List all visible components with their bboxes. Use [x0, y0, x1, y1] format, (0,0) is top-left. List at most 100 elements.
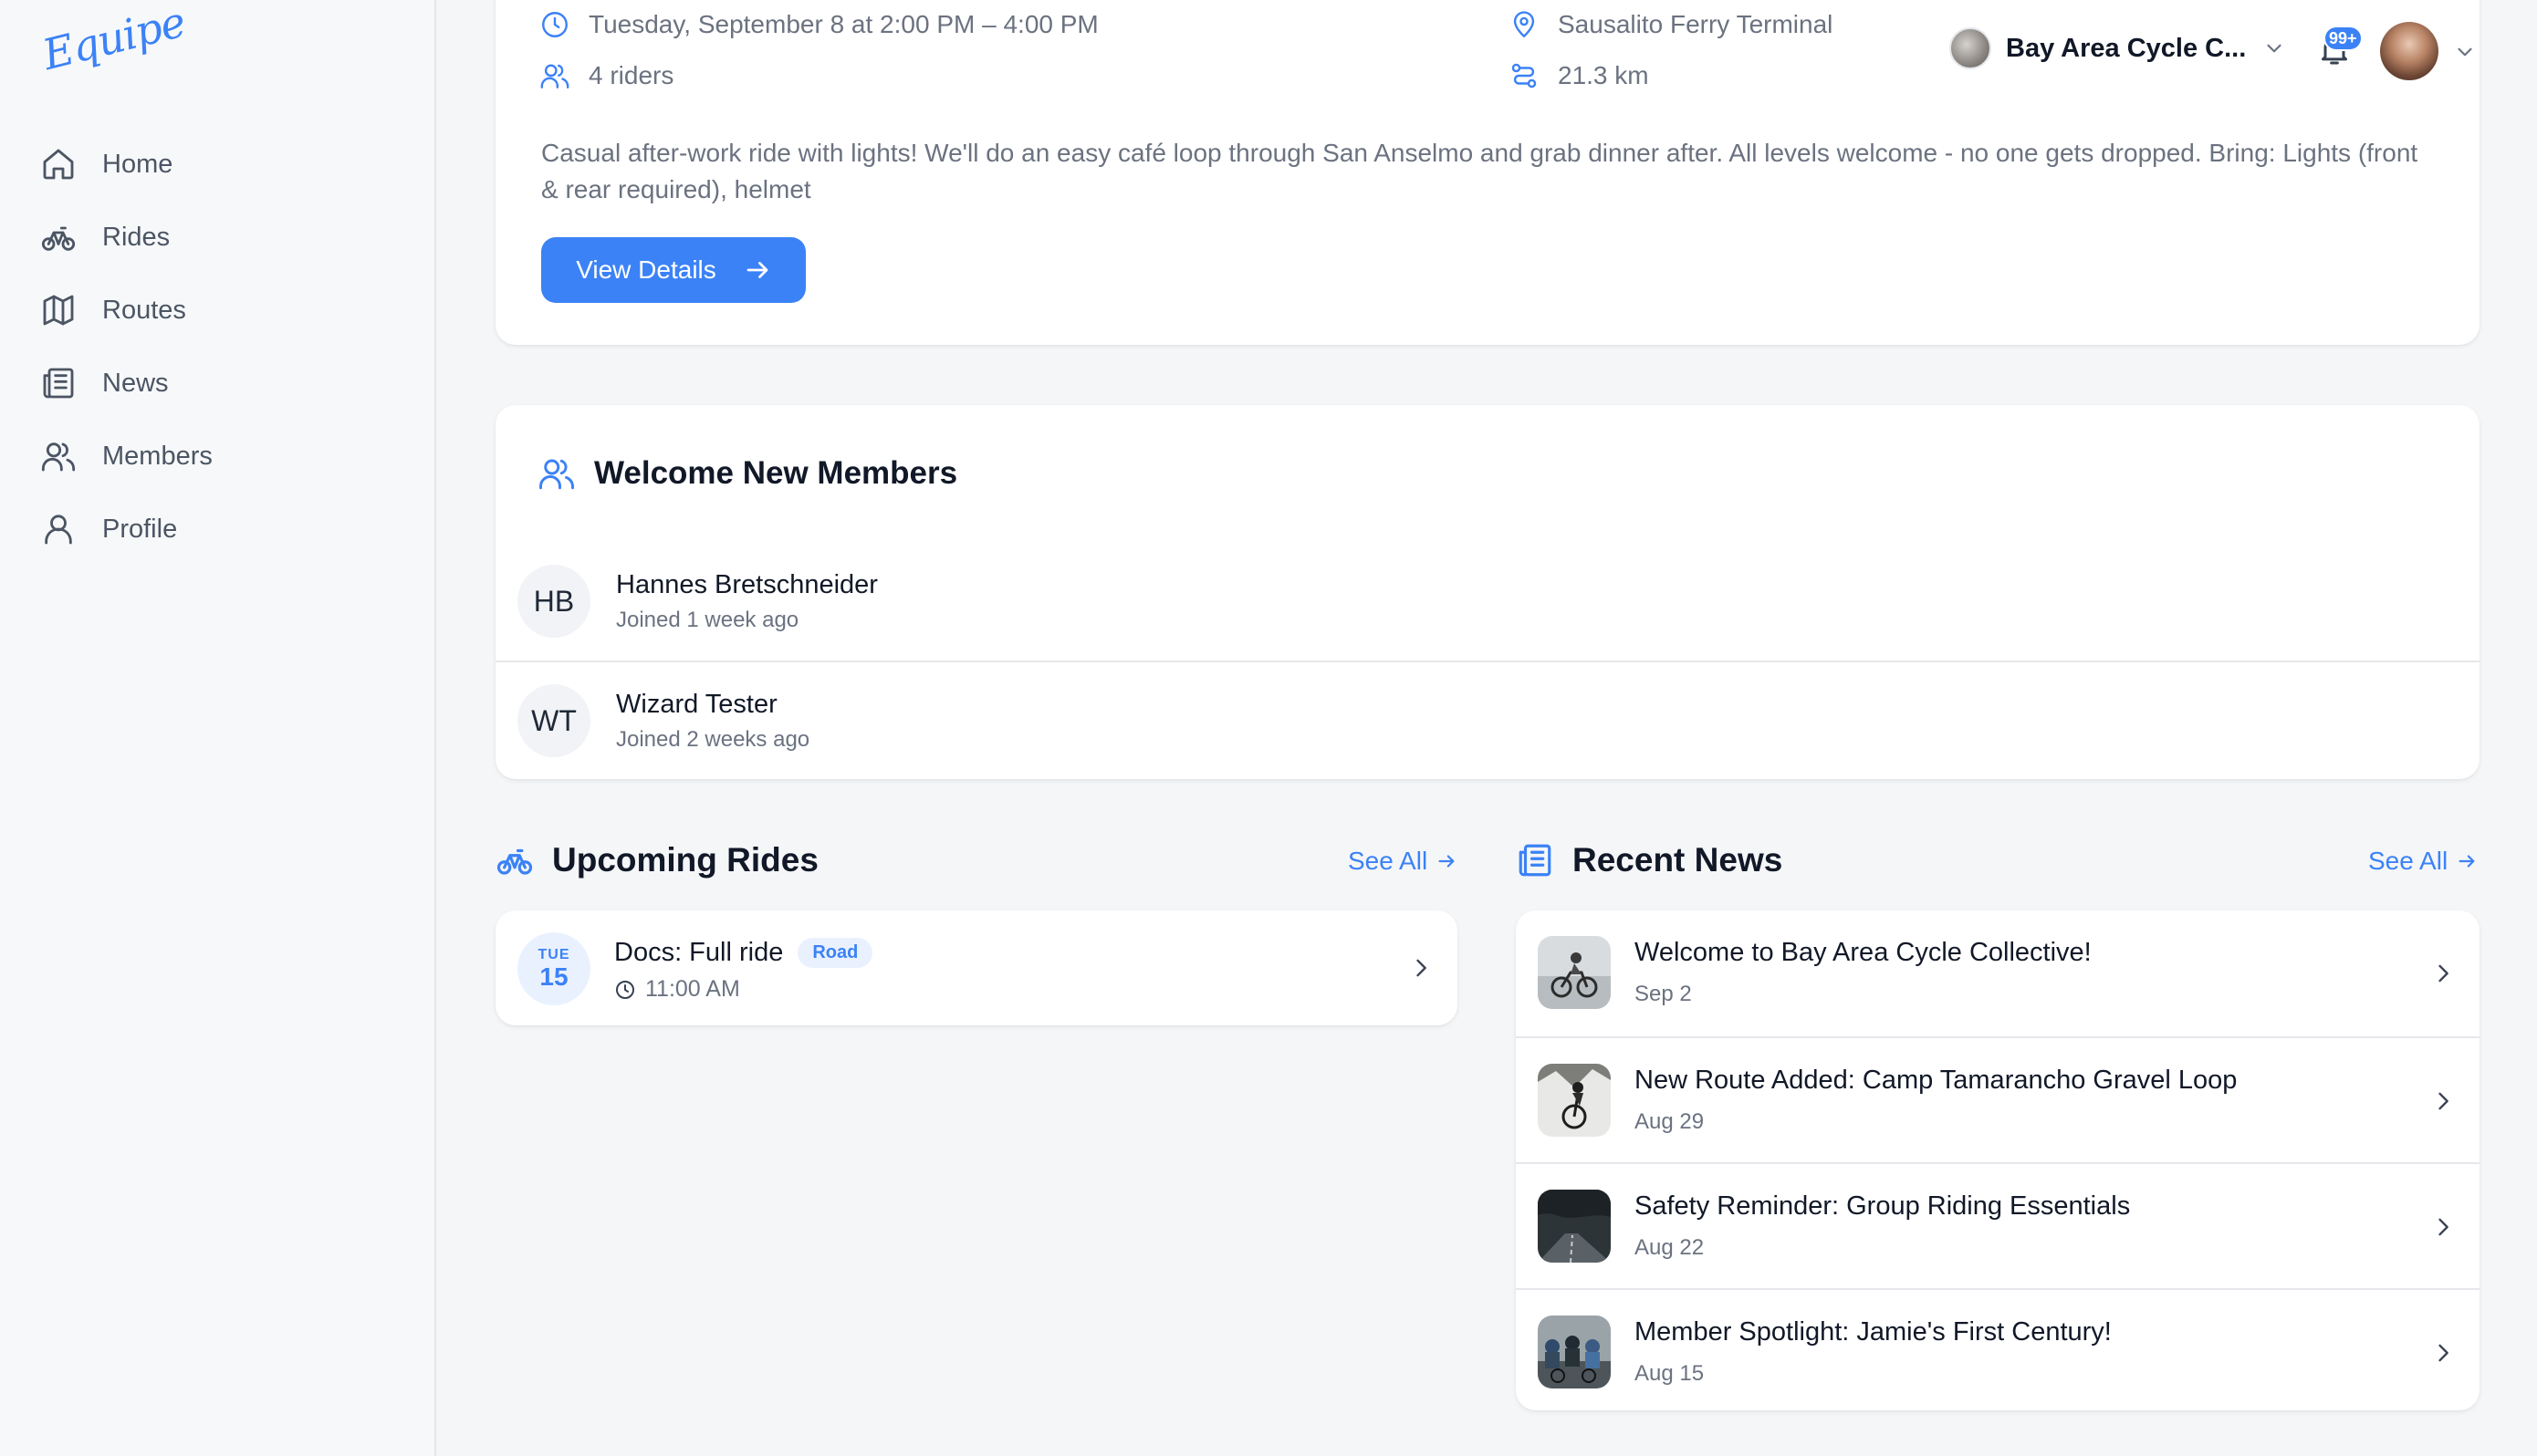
sidebar-item-members[interactable]: Members	[40, 420, 405, 493]
upcoming-rides-header: Upcoming Rides	[496, 841, 819, 879]
sidebar-item-label: Members	[102, 441, 213, 471]
upcoming-rides-see-all-link[interactable]: See All	[1348, 847, 1456, 876]
users-icon	[538, 454, 576, 493]
chevron-down-icon[interactable]	[2453, 40, 2477, 64]
sidebar-item-label: Profile	[102, 514, 178, 544]
club-avatar	[1949, 27, 1991, 69]
clock-icon	[539, 9, 570, 40]
sidebar-item-label: News	[102, 368, 169, 398]
news-item[interactable]: Safety Reminder: Group Riding Essentials…	[1516, 1162, 2480, 1288]
news-title: Welcome to Bay Area Cycle Collective!	[1634, 938, 2092, 967]
ride-time-text: 11:00 AM	[645, 976, 740, 1002]
member-joined: Joined 2 weeks ago	[616, 726, 810, 752]
ride-datetime-text: Tuesday, September 8 at 2:00 PM – 4:00 P…	[589, 10, 1099, 38]
news-thumbnail	[1538, 1064, 1611, 1137]
news-date: Aug 22	[1634, 1235, 1705, 1260]
news-date: Aug 29	[1634, 1109, 1705, 1134]
sidebar-item-rides[interactable]: Rides	[40, 201, 405, 274]
chevron-right-icon	[2430, 1088, 2456, 1114]
news-item[interactable]: Member Spotlight: Jamie's First Century!…	[1516, 1288, 2480, 1414]
ride-title: Docs: Full ride Road	[614, 938, 873, 968]
newspaper-icon	[40, 365, 77, 401]
chevron-right-icon	[1408, 955, 1434, 981]
ride-description: Casual after-work ride with lights! We'l…	[541, 139, 2418, 203]
news-date: Aug 15	[1634, 1361, 1705, 1386]
news-thumbnail	[1538, 1316, 1611, 1388]
news-item[interactable]: Welcome to Bay Area Cycle Collective! Se…	[1516, 910, 2480, 1036]
recent-news-list: Welcome to Bay Area Cycle Collective! Se…	[1516, 910, 2480, 1410]
sidebar: Equipe Home Rides Routes News Members Pr…	[0, 0, 436, 1456]
app-logo[interactable]: Equipe	[37, 0, 189, 79]
member-avatar: HB	[517, 565, 590, 638]
welcome-members-title: Welcome New Members	[538, 454, 957, 493]
news-date: Sep 2	[1634, 982, 1692, 1006]
club-switcher[interactable]: Bay Area Cycle C...	[1949, 27, 2286, 69]
recent-news-see-all-link[interactable]: See All	[2368, 847, 2477, 876]
ride-distance-text: 21.3 km	[1558, 61, 1649, 89]
member-row[interactable]: WT Wizard Tester Joined 2 weeks ago	[496, 660, 2480, 779]
upcoming-rides-title: Upcoming Rides	[552, 841, 819, 879]
newspaper-icon	[1516, 841, 1554, 879]
ride-type-badge: Road	[798, 938, 873, 968]
chevron-right-icon	[2430, 1340, 2456, 1366]
news-title: Member Spotlight: Jamie's First Century!	[1634, 1317, 2112, 1347]
ride-time: 11:00 AM	[614, 976, 740, 1003]
arrow-right-icon	[1436, 851, 1456, 871]
welcome-members-title-text: Welcome New Members	[594, 455, 958, 491]
arrow-right-icon	[744, 256, 771, 284]
ride-location: Sausalito Ferry Terminal	[1509, 9, 1832, 40]
main-content: Tuesday, September 8 at 2:00 PM – 4:00 P…	[496, 0, 2480, 1456]
news-title: Safety Reminder: Group Riding Essentials	[1634, 1191, 2131, 1221]
member-avatar: WT	[517, 684, 590, 757]
ride-location-text: Sausalito Ferry Terminal	[1558, 10, 1833, 38]
users-icon	[539, 60, 570, 91]
sidebar-nav: Home Rides Routes News Members Profile	[40, 128, 405, 566]
sidebar-item-news[interactable]: News	[40, 347, 405, 420]
view-details-button[interactable]: View Details	[541, 237, 806, 303]
map-icon	[40, 292, 77, 328]
ride-title-text: Docs: Full ride	[614, 938, 784, 967]
news-item[interactable]: New Route Added: Camp Tamarancho Gravel …	[1516, 1036, 2480, 1162]
route-icon	[1509, 60, 1540, 91]
chevron-right-icon	[2430, 961, 2456, 986]
map-pin-icon	[1509, 9, 1540, 40]
bicycle-icon	[40, 219, 77, 255]
clock-icon	[614, 979, 636, 1001]
recent-news-title: Recent News	[1572, 841, 1783, 879]
ride-datetime: Tuesday, September 8 at 2:00 PM – 4:00 P…	[539, 9, 1099, 40]
sidebar-item-label: Rides	[102, 222, 171, 252]
recent-news-header: Recent News	[1516, 841, 1782, 879]
club-name: Bay Area Cycle C...	[2006, 33, 2247, 63]
chevron-down-icon	[2262, 36, 2286, 60]
ride-distance: 21.3 km	[1509, 60, 1649, 91]
home-icon	[40, 146, 77, 182]
sidebar-item-routes[interactable]: Routes	[40, 274, 405, 347]
user-icon	[40, 511, 77, 547]
sidebar-item-profile[interactable]: Profile	[40, 493, 405, 566]
member-name: Wizard Tester	[616, 689, 778, 719]
member-row[interactable]: HB Hannes Bretschneider Joined 1 week ag…	[496, 542, 2480, 660]
notification-badge: 99+	[2323, 26, 2363, 51]
chevron-right-icon	[2430, 1214, 2456, 1240]
member-name: Hannes Bretschneider	[616, 569, 878, 599]
news-thumbnail	[1538, 1190, 1611, 1263]
bicycle-icon	[496, 841, 534, 879]
ride-riders-text: 4 riders	[589, 61, 674, 89]
sidebar-item-home[interactable]: Home	[40, 128, 405, 201]
sidebar-item-label: Routes	[102, 295, 186, 325]
ride-date-badge: TUE 15	[517, 932, 590, 1005]
see-all-label: See All	[1348, 847, 1428, 875]
see-all-label: See All	[2368, 847, 2448, 875]
news-title: New Route Added: Camp Tamarancho Gravel …	[1634, 1066, 2238, 1095]
sidebar-item-label: Home	[102, 149, 173, 179]
ride-riders: 4 riders	[539, 60, 673, 91]
news-thumbnail	[1538, 936, 1611, 1009]
upcoming-ride-item[interactable]: TUE 15 Docs: Full ride Road 11:00 AM	[496, 910, 1457, 1025]
arrow-right-icon	[2457, 851, 2477, 871]
ride-day-of-week: TUE	[538, 947, 570, 962]
user-avatar[interactable]	[2380, 22, 2438, 80]
users-icon	[40, 438, 77, 474]
ride-day-number: 15	[539, 962, 569, 991]
welcome-members-card: Welcome New Members HB Hannes Bretschnei…	[496, 405, 2480, 779]
member-joined: Joined 1 week ago	[616, 607, 799, 632]
